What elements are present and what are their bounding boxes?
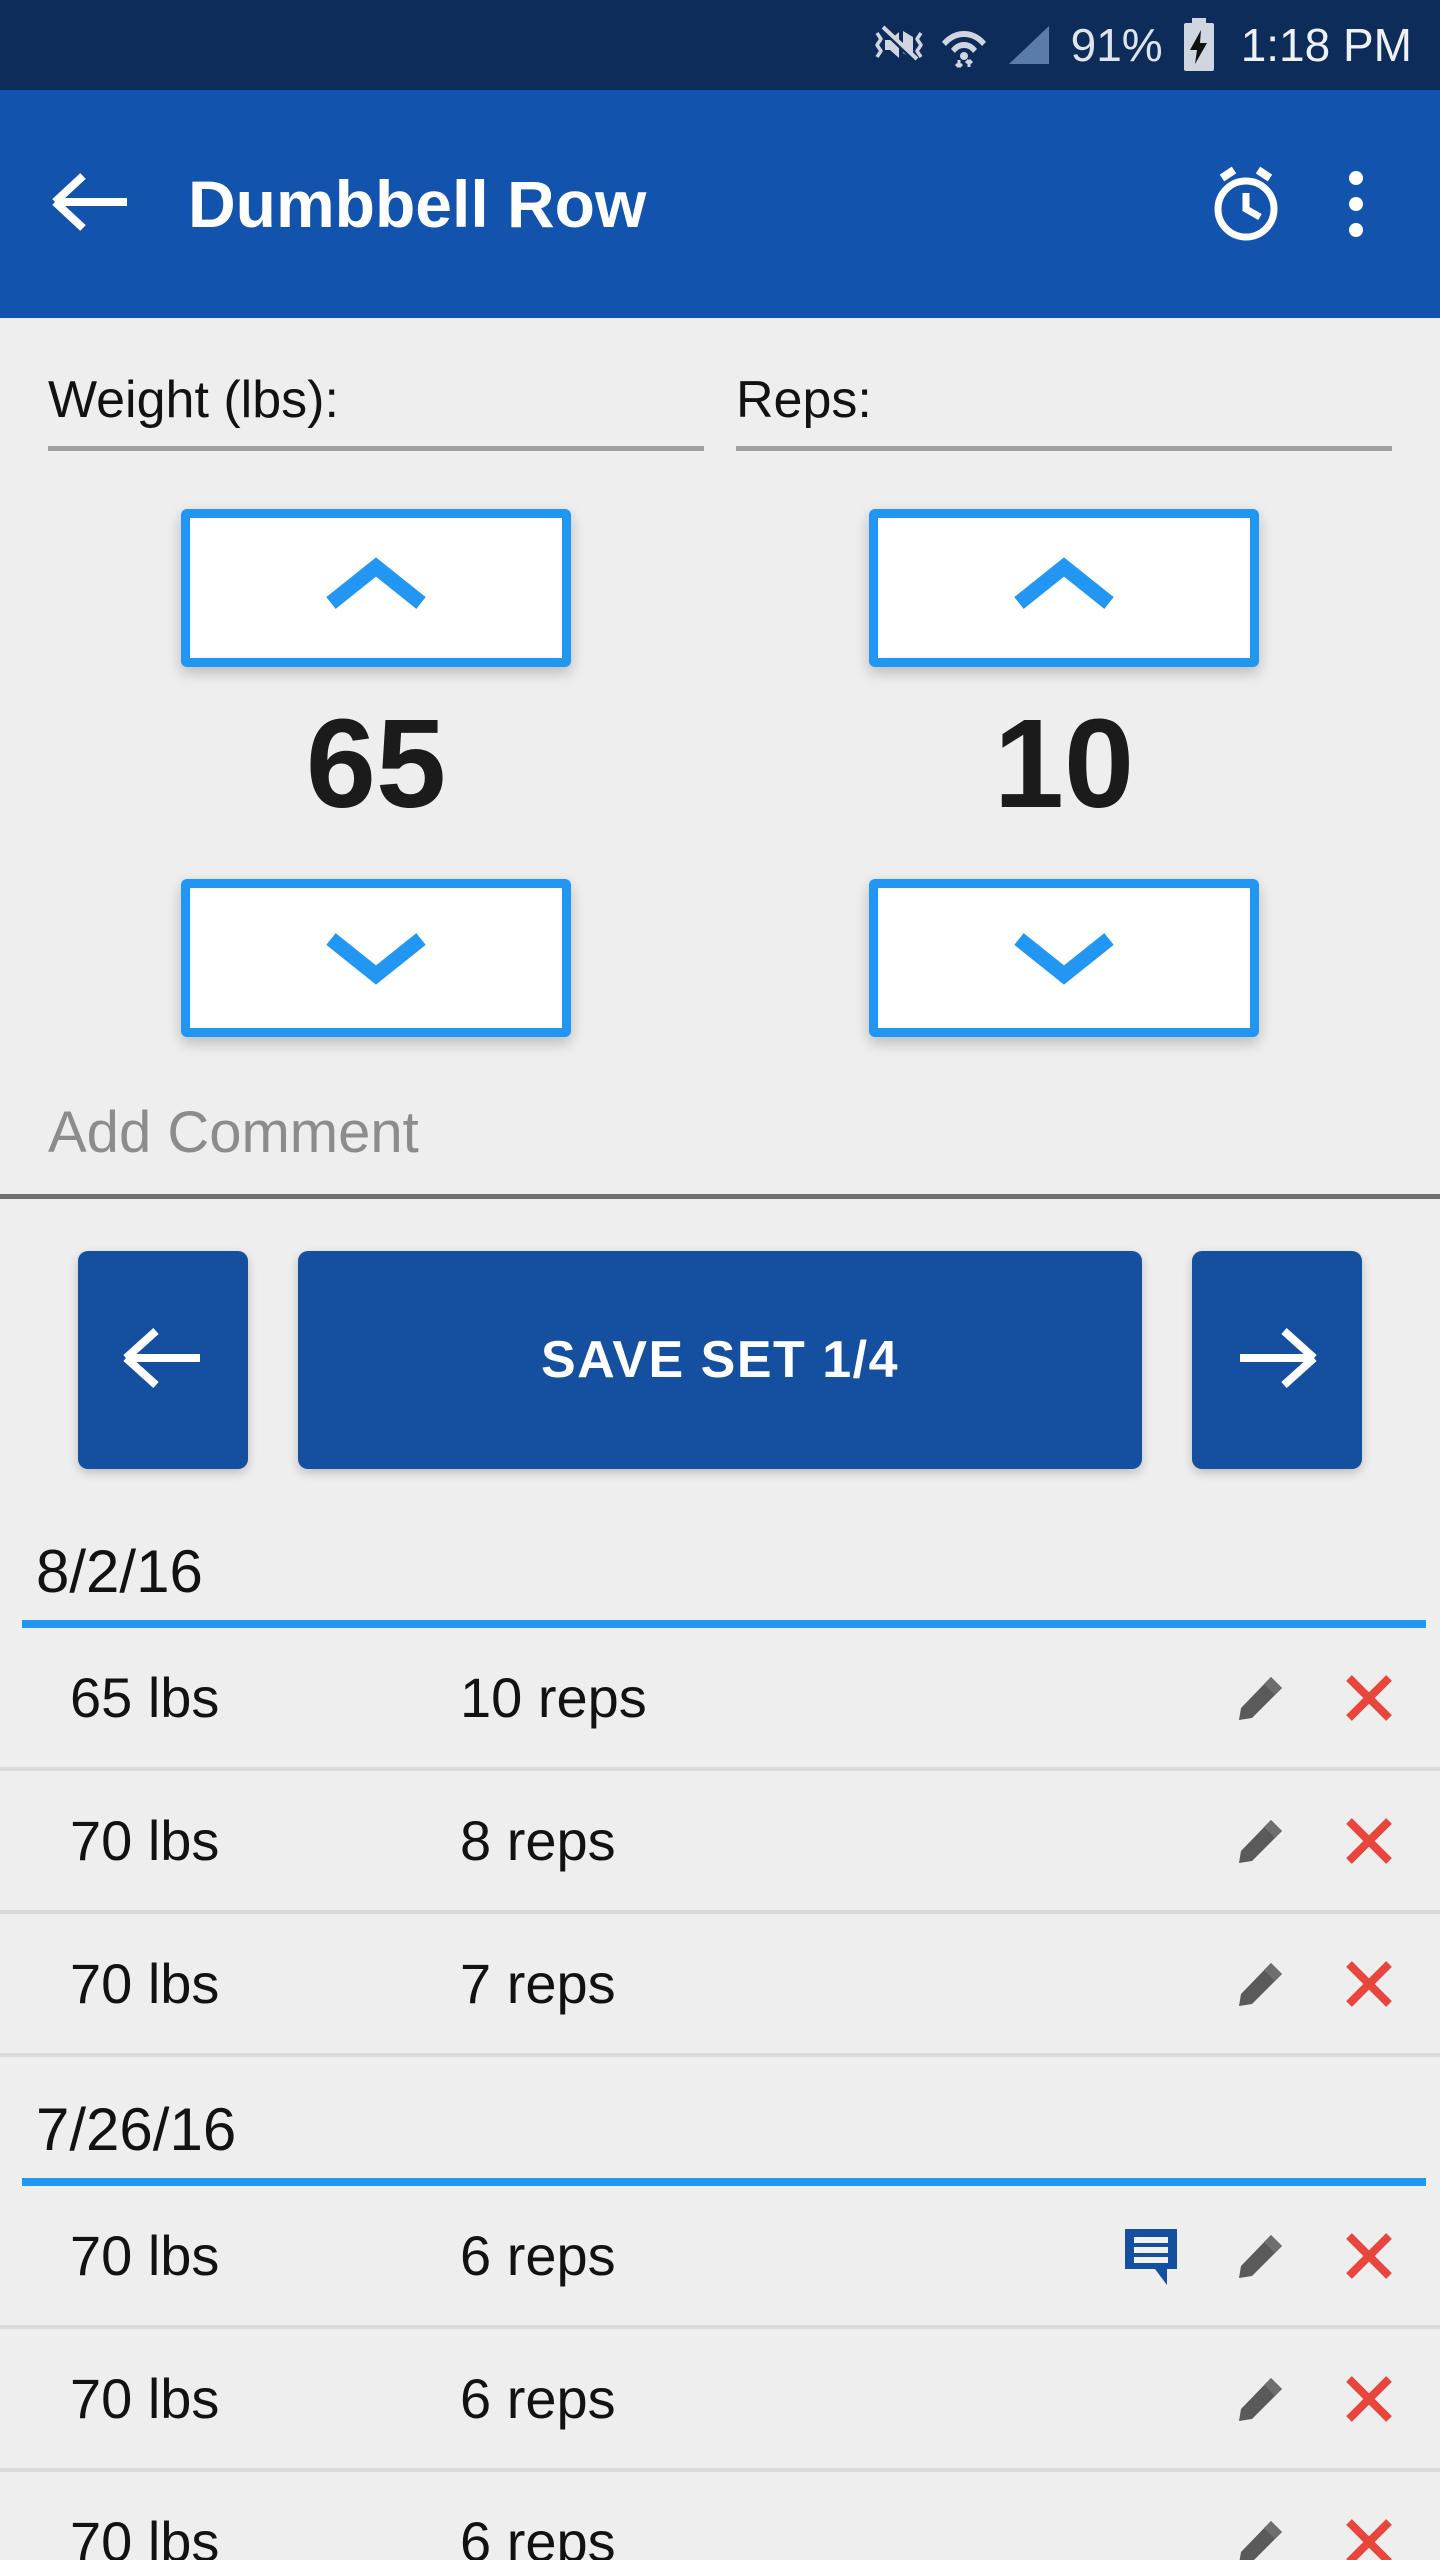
pencil-icon[interactable]: [1224, 1804, 1298, 1878]
cellular-signal-icon: [1003, 22, 1055, 68]
arrow-left-icon: [47, 166, 133, 243]
chevron-up-icon: [321, 553, 431, 624]
back-button[interactable]: [44, 158, 136, 250]
battery-percent-label: 91%: [1070, 19, 1163, 71]
overflow-menu-button[interactable]: [1316, 156, 1396, 252]
reps-value: 10: [993, 693, 1135, 834]
comment-bubble-icon[interactable]: [1116, 2219, 1190, 2293]
weight-field-group: Weight (lbs):: [48, 370, 704, 451]
set-reps: 7 reps: [460, 1952, 616, 2015]
row-actions: [1116, 2362, 1406, 2436]
battery-charging-icon: [1179, 18, 1219, 72]
table-row[interactable]: 70 lbs 6 reps: [0, 2472, 1440, 2560]
history-date-header: 8/2/16: [36, 1538, 203, 1605]
set-reps: 8 reps: [460, 1809, 616, 1872]
set-weight: 70 lbs: [70, 2224, 220, 2287]
arrow-right-icon: [1230, 1319, 1324, 1402]
alarm-clock-icon: [1200, 156, 1292, 253]
table-row[interactable]: 65 lbs 10 reps: [0, 1628, 1440, 1771]
save-set-button[interactable]: SAVE SET 1/4: [298, 1251, 1142, 1469]
action-buttons-row: SAVE SET 1/4: [0, 1199, 1440, 1469]
row-actions: [1116, 1947, 1406, 2021]
set-weight: 70 lbs: [70, 2510, 220, 2560]
close-x-icon[interactable]: [1332, 2505, 1406, 2560]
set-reps: 6 reps: [460, 2224, 616, 2287]
row-actions: [1116, 1661, 1406, 1735]
more-vertical-icon-dot2: [1349, 197, 1363, 211]
close-x-icon[interactable]: [1332, 2219, 1406, 2293]
history-date-rule: [22, 2178, 1426, 2186]
status-bar: 91% 1:18 PM: [0, 0, 1440, 90]
save-set-label: SAVE SET 1/4: [540, 1331, 900, 1389]
page-title: Dumbbell Row: [188, 167, 647, 241]
weight-stepper: 65: [48, 451, 704, 1037]
set-weight: 70 lbs: [70, 2367, 220, 2430]
weight-value: 65: [305, 693, 447, 834]
row-actions: [1116, 1804, 1406, 1878]
vibrate-mute-icon: [873, 23, 925, 67]
pencil-icon[interactable]: [1224, 1661, 1298, 1735]
close-x-icon[interactable]: [1332, 1804, 1406, 1878]
set-weight: 70 lbs: [70, 1809, 220, 1872]
pencil-icon[interactable]: [1224, 2362, 1298, 2436]
close-x-icon[interactable]: [1332, 1947, 1406, 2021]
set-reps: 6 reps: [460, 2510, 616, 2560]
weight-label: Weight (lbs):: [48, 371, 339, 429]
main-content: Weight (lbs): Reps: 65 10 Add Comment SA…: [0, 318, 1440, 2560]
history-group: 8/2/16 65 lbs 10 reps 70 lbs 8 reps 70 l…: [0, 1537, 1440, 2057]
pencil-icon[interactable]: [1224, 2219, 1298, 2293]
weight-increment-button[interactable]: [181, 509, 571, 667]
rest-timer-button[interactable]: [1198, 156, 1294, 252]
pencil-icon[interactable]: [1224, 1947, 1298, 2021]
history-group: 7/26/16 70 lbs 6 reps 70 lbs 6 reps 70 l…: [0, 2095, 1440, 2560]
reps-stepper: 10: [736, 451, 1392, 1037]
comment-input[interactable]: Add Comment: [48, 1099, 1392, 1194]
comment-field-group[interactable]: Add Comment: [0, 1037, 1440, 1199]
row-actions: [1116, 2219, 1406, 2293]
table-row[interactable]: 70 lbs 6 reps: [0, 2329, 1440, 2472]
set-history-list: 8/2/16 65 lbs 10 reps 70 lbs 8 reps 70 l…: [0, 1537, 1440, 2560]
set-weight: 65 lbs: [70, 1666, 220, 1729]
arrow-left-icon: [116, 1319, 210, 1402]
close-x-icon[interactable]: [1332, 1661, 1406, 1735]
steppers-row: 65 10: [0, 451, 1440, 1037]
set-weight: 70 lbs: [70, 1952, 220, 2015]
set-reps: 10 reps: [460, 1666, 647, 1729]
table-row[interactable]: 70 lbs 7 reps: [0, 1914, 1440, 2057]
chevron-down-icon: [1009, 923, 1119, 994]
next-exercise-button[interactable]: [1192, 1251, 1362, 1469]
pencil-icon[interactable]: [1224, 2505, 1298, 2560]
row-actions: [1116, 2505, 1406, 2560]
chevron-up-icon: [1009, 553, 1119, 624]
history-date-rule: [22, 1620, 1426, 1628]
table-row[interactable]: 70 lbs 8 reps: [0, 1771, 1440, 1914]
reps-label: Reps:: [736, 371, 872, 429]
more-vertical-icon: [1349, 171, 1363, 185]
weight-decrement-button[interactable]: [181, 879, 571, 1037]
history-date-header: 7/26/16: [36, 2096, 237, 2163]
previous-exercise-button[interactable]: [78, 1251, 248, 1469]
set-reps: 6 reps: [460, 2367, 616, 2430]
reps-increment-button[interactable]: [869, 509, 1259, 667]
close-x-icon[interactable]: [1332, 2362, 1406, 2436]
wifi-icon: [941, 20, 987, 70]
reps-field-group: Reps:: [736, 370, 1392, 451]
more-vertical-icon-dot3: [1349, 223, 1363, 237]
app-bar: Dumbbell Row: [0, 90, 1440, 318]
reps-decrement-button[interactable]: [869, 879, 1259, 1037]
table-row[interactable]: 70 lbs 6 reps: [0, 2186, 1440, 2329]
status-clock: 1:18 PM: [1240, 19, 1412, 71]
chevron-down-icon: [321, 923, 431, 994]
input-labels-row: Weight (lbs): Reps:: [0, 318, 1440, 451]
